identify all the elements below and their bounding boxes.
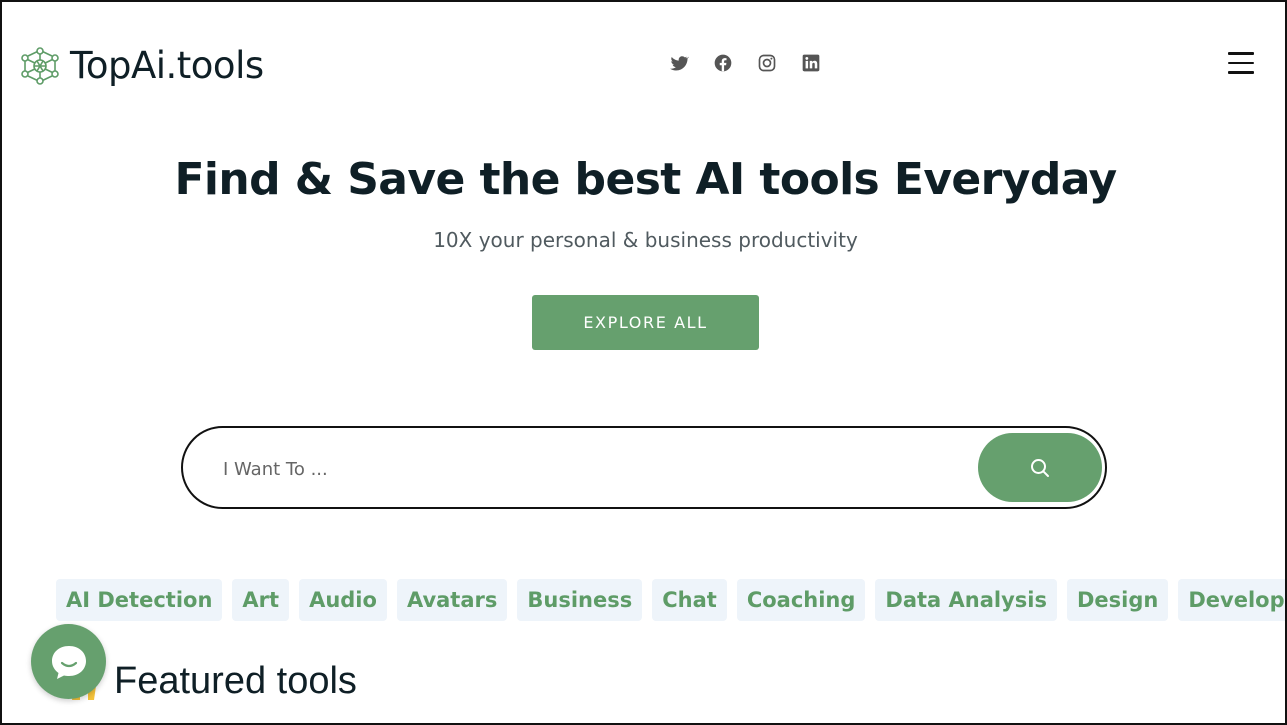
menu-bar [1228,61,1254,64]
menu-bar [1228,71,1254,74]
category-avatars[interactable]: Avatars [396,579,508,621]
twitter-icon [669,56,689,71]
category-development[interactable]: Development [1178,579,1285,621]
hamburger-menu-icon[interactable] [1228,52,1254,76]
search-icon [1031,458,1049,477]
instagram-link[interactable] [757,53,777,73]
category-design[interactable]: Design [1067,579,1169,621]
category-audio[interactable]: Audio [299,579,387,621]
hero-subtitle: 10X your personal & business productivit… [433,228,858,252]
network-nodes-icon [21,46,59,85]
facebook-link[interactable] [713,53,733,73]
facebook-icon [714,54,732,72]
explore-all-button[interactable]: EXPLORE ALL [532,295,759,350]
hero-title: Find & Save the best AI tools Everyday [174,154,1117,205]
category-chat[interactable]: Chat [652,579,727,621]
featured-heading: Featured tools [64,660,357,703]
instagram-icon [758,54,776,72]
search-bar [181,426,1107,509]
category-business[interactable]: Business [517,579,643,621]
featured-title: Featured tools [114,660,357,702]
search-input[interactable] [221,450,925,488]
search-button[interactable] [978,433,1102,502]
category-coaching[interactable]: Coaching [736,579,866,621]
linkedin-icon [802,54,820,72]
category-list: AI Detection Art Audio Avatars Business … [56,579,1285,621]
menu-bar [1228,52,1254,55]
category-ai-detection[interactable]: AI Detection [56,579,223,621]
site-logo[interactable]: TopAi.tools [20,44,264,87]
category-data-analysis[interactable]: Data Analysis [875,579,1057,621]
social-links [669,53,821,73]
category-art[interactable]: Art [232,579,290,621]
twitter-link[interactable] [669,53,689,73]
brand-name: TopAi.tools [70,44,264,87]
linkedin-link[interactable] [801,53,821,73]
page-frame: TopAi.tools Find & Save the best AI tool… [0,0,1287,725]
chat-bubble-icon [51,645,86,679]
chat-widget-button[interactable] [31,624,106,699]
